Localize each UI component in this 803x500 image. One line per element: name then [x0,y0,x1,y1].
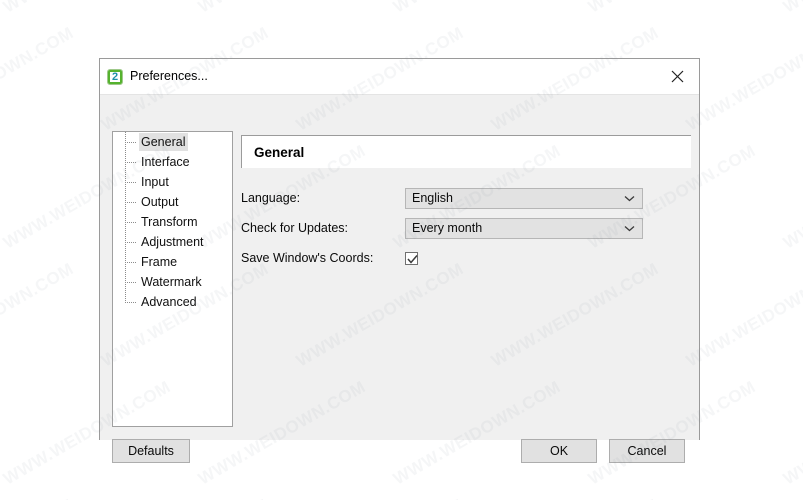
sidebar-item-input[interactable]: Input [113,172,232,192]
sidebar-item-advanced[interactable]: Advanced [113,292,232,312]
watermark-text: WWW.WEIDOWN.COM [780,141,803,253]
sidebar-item-label: Input [141,175,169,189]
sidebar-item-watermark[interactable]: Watermark [113,272,232,292]
watermark-text: WWW.WEIDOWN.COM [390,0,564,17]
app-icon-2-icon: 2 [107,68,123,85]
sidebar-item-label: Output [141,195,179,209]
sidebar-item-interface[interactable]: Interface [113,152,232,172]
sidebar-item-frame[interactable]: Frame [113,252,232,272]
page-title: General [254,144,305,160]
window-title: Preferences... [130,69,208,84]
save-window-coords-checkbox[interactable] [405,251,418,265]
watermark-text: WWW.WEIDOWN.COM [682,259,803,371]
tree-connector-icon [122,172,139,192]
preferences-category-tree[interactable]: General Interface Input Output Transform… [112,131,233,427]
watermark-text: WWW.WEIDOWN.COM [293,495,467,500]
tree-connector-icon [122,232,139,252]
sidebar-item-adjustment[interactable]: Adjustment [113,232,232,252]
watermark-text: WWW.WEIDOWN.COM [0,495,77,500]
sidebar-item-transform[interactable]: Transform [113,212,232,232]
sidebar-item-label: Watermark [141,275,202,289]
sidebar-item-label: Advanced [141,295,197,309]
watermark-text: WWW.WEIDOWN.COM [780,377,803,489]
watermark-text: WWW.WEIDOWN.COM [98,495,272,500]
form-row-language: Language: English [241,183,696,213]
check-for-updates-value: Every month [412,221,483,235]
form-row-save-window-coords: Save Window's Coords: [241,243,696,273]
tree-connector-icon [122,272,139,292]
watermark-text: WWW.WEIDOWN.COM [585,0,759,17]
chevron-down-icon [624,223,635,234]
sidebar-item-label: Adjustment [141,235,204,249]
tree-connector-icon [122,132,139,152]
preferences-dialog: 2 Preferences... General Interface Input [99,58,700,463]
ok-button[interactable]: OK [521,439,597,463]
check-for-updates-label: Check for Updates: [241,221,348,235]
title-bar: 2 Preferences... [100,59,699,95]
chevron-down-icon [624,193,635,204]
watermark-text: WWW.WEIDOWN.COM [780,0,803,17]
language-label: Language: [241,191,301,205]
watermark-text: WWW.WEIDOWN.COM [682,23,803,135]
watermark-text: WWW.WEIDOWN.COM [0,23,77,135]
tree-connector-icon [122,252,139,272]
tree-connector-icon [122,292,139,312]
tree-connector-icon [122,212,139,232]
language-value: English [412,191,453,205]
check-for-updates-select[interactable]: Every month [405,217,643,239]
watermark-text: WWW.WEIDOWN.COM [195,0,369,17]
check-icon [407,254,418,264]
sidebar-item-label: Transform [141,215,198,229]
watermark-text: WWW.WEIDOWN.COM [683,495,803,500]
sidebar-item-output[interactable]: Output [113,192,232,212]
cancel-button[interactable]: Cancel [609,439,685,463]
content-header: General [241,135,691,168]
dialog-body: General Interface Input Output Transform… [100,95,699,463]
tree-connector-icon [122,152,139,172]
form-row-check-for-updates: Check for Updates: Every month [241,213,696,243]
sidebar-item-label: General [139,133,189,151]
close-icon[interactable] [655,59,699,93]
language-select[interactable]: English [405,187,643,209]
settings-form: Language: English Check for Updates: Eve… [241,183,696,273]
sidebar-item-general[interactable]: General [113,132,232,152]
sidebar-item-label: Interface [141,155,190,169]
watermark-text: WWW.WEIDOWN.COM [488,495,662,500]
watermark-text: WWW.WEIDOWN.COM [0,259,77,371]
sidebar-item-label: Frame [141,255,178,269]
save-window-coords-label: Save Window's Coords: [241,251,374,265]
watermark-text: WWW.WEIDOWN.COM [0,0,174,17]
defaults-button[interactable]: Defaults [112,439,190,463]
tree-connector-icon [122,192,139,212]
